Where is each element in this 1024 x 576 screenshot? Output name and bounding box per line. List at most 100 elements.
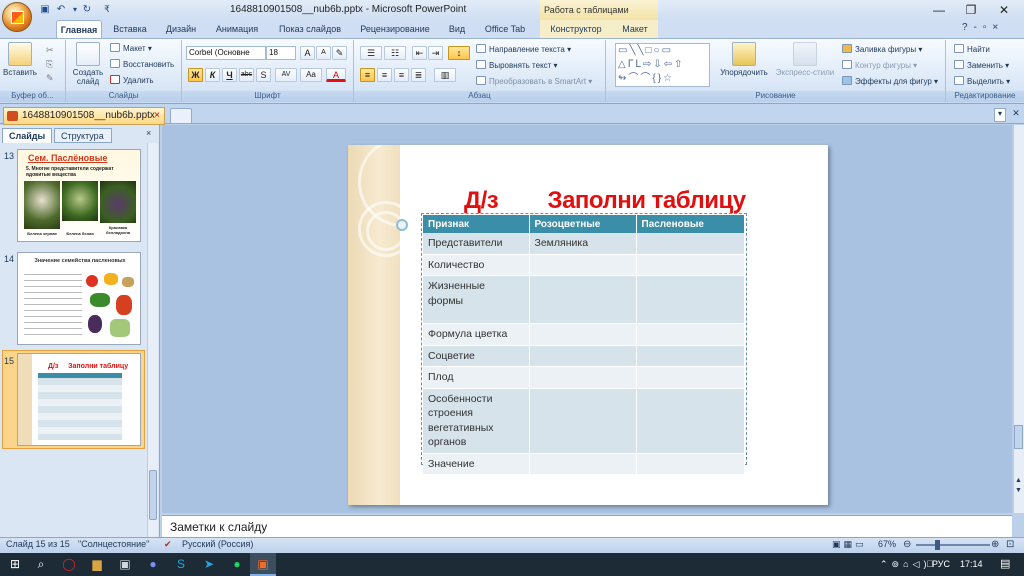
office-button[interactable]: [2, 2, 32, 32]
align-left-icon[interactable]: ≡: [360, 68, 375, 82]
table-cell[interactable]: Количество: [423, 254, 530, 276]
table-header-cell[interactable]: Пасленовые: [636, 215, 745, 233]
table-cell[interactable]: [529, 345, 637, 367]
notes-pane[interactable]: Заметки к слайду: [162, 515, 1012, 537]
fit-slide-icon[interactable]: ⊡: [1006, 539, 1014, 550]
find-button[interactable]: Найти: [954, 43, 990, 56]
tab-table-layout[interactable]: Макет: [612, 20, 658, 38]
table-cell[interactable]: Представители: [423, 233, 530, 255]
table-cell[interactable]: [636, 388, 745, 454]
align-right-icon[interactable]: ≡: [394, 68, 409, 82]
arrange-button[interactable]: Упорядочить: [714, 42, 774, 77]
line-spacing-icon[interactable]: ↕: [448, 46, 470, 60]
windows-start-icon[interactable]: ⊞: [2, 553, 28, 576]
shape-outline-button[interactable]: Контур фигуры ▾: [842, 59, 917, 72]
view-buttons[interactable]: ▣▦▭: [832, 539, 872, 551]
smartart-button[interactable]: Преобразовать в SmartArt ▾: [476, 75, 592, 88]
tab-view[interactable]: Вид: [444, 20, 470, 38]
undo-icon[interactable]: ↶: [54, 3, 68, 16]
close-tab-icon[interactable]: ×: [154, 108, 160, 124]
table-header-cell[interactable]: Признак: [423, 215, 530, 233]
notifications-icon[interactable]: ▤: [1000, 553, 1010, 576]
justify-icon[interactable]: ≣: [411, 68, 426, 82]
columns-icon[interactable]: ▥: [434, 68, 456, 82]
table-cell[interactable]: [529, 366, 637, 389]
table-cell[interactable]: [529, 453, 637, 475]
zoom-slider-thumb[interactable]: [935, 540, 940, 550]
close-button[interactable]: ✕: [990, 2, 1018, 18]
numbering-icon[interactable]: ☷: [384, 46, 406, 60]
shadow-button[interactable]: S: [256, 68, 271, 82]
table-cell[interactable]: Значение: [423, 453, 530, 475]
skype-icon[interactable]: S: [168, 553, 194, 576]
restore-button[interactable]: ❐: [957, 2, 985, 18]
tab-list-icon[interactable]: ▾: [994, 108, 1006, 122]
text-direction-button[interactable]: Направление текста ▾: [476, 43, 571, 56]
close-pane-icon[interactable]: ×: [146, 128, 151, 138]
shape-effects-button[interactable]: Эффекты для фигур ▾: [842, 75, 938, 88]
powerpoint-taskbar-icon[interactable]: ▣: [250, 553, 276, 576]
shape-fill-button[interactable]: Заливка фигуры ▾: [842, 43, 922, 56]
slide[interactable]: Д/з Заполни таблицу Признак Розоцветные …: [348, 145, 828, 505]
help-icon[interactable]: ?-▫×: [962, 22, 1022, 33]
quick-styles-button[interactable]: Экспресс-стили: [772, 42, 838, 77]
table-cell[interactable]: [636, 453, 745, 475]
table-cell[interactable]: [636, 254, 745, 276]
app-icon[interactable]: ▣: [112, 553, 138, 576]
table-cell[interactable]: [529, 388, 637, 454]
discord-icon[interactable]: ●: [140, 553, 166, 576]
table-cell[interactable]: Земляника: [529, 233, 637, 255]
tab-review[interactable]: Рецензирование: [354, 20, 436, 38]
grow-font-button[interactable]: A: [300, 46, 315, 60]
file-explorer-icon[interactable]: ▆: [84, 553, 110, 576]
clear-format-icon[interactable]: ✎: [332, 46, 347, 60]
zoom-slider[interactable]: [916, 544, 990, 546]
new-tab-button[interactable]: [170, 108, 192, 124]
replace-button[interactable]: Заменить ▾: [954, 59, 1009, 72]
minimize-button[interactable]: —: [925, 2, 953, 18]
tab-slideshow[interactable]: Показ слайдов: [274, 20, 346, 38]
prev-next-slide-icons[interactable]: ▲ ▼: [1014, 476, 1023, 506]
underline-button[interactable]: Ч: [222, 68, 237, 82]
reset-button[interactable]: Восстановить: [110, 58, 174, 71]
char-spacing-button[interactable]: AV: [275, 68, 297, 82]
tab-design[interactable]: Дизайн: [160, 20, 202, 38]
keyboard-language[interactable]: РУС: [932, 553, 950, 576]
slide-thumbnail-14[interactable]: Значение семейства пасленовых: [17, 252, 141, 345]
font-name-select[interactable]: Corbel (Основне: [186, 46, 266, 60]
zoom-level[interactable]: 67%: [878, 539, 896, 549]
table-cell[interactable]: Формула цветка: [423, 323, 530, 346]
strike-button[interactable]: abc: [239, 68, 254, 82]
delete-slide-button[interactable]: Удалить: [110, 74, 154, 87]
save-icon[interactable]: ▣: [38, 3, 52, 16]
table-cell[interactable]: Плод: [423, 366, 530, 389]
cut-copy-format-icons[interactable]: ✂ ⎘ ✎: [46, 43, 54, 85]
telegram-icon[interactable]: ➤: [196, 553, 222, 576]
bullets-icon[interactable]: ☰: [360, 46, 382, 60]
table-cell[interactable]: [529, 323, 637, 346]
table-cell[interactable]: [529, 275, 637, 324]
bold-button[interactable]: Ж: [188, 68, 203, 82]
vertical-scrollbar[interactable]: [1013, 125, 1024, 513]
slide-thumbnail-15[interactable]: Д/з Заполни таблицу: [17, 353, 141, 446]
slides-scroll-thumb[interactable]: [149, 470, 157, 520]
table-cell[interactable]: Соцветие: [423, 345, 530, 367]
italic-button[interactable]: К: [205, 68, 220, 82]
tab-slides[interactable]: Слайды: [2, 128, 52, 143]
homework-table[interactable]: Признак Розоцветные Пасленовые Представи…: [423, 215, 745, 475]
tab-table-design[interactable]: Конструктор: [540, 20, 612, 38]
qat-customize[interactable]: ₹: [100, 3, 114, 16]
vertical-scroll-thumb[interactable]: [1014, 425, 1023, 449]
slide-thumbnail-13[interactable]: Сем. Паслёновые 5. Многие представители …: [17, 149, 141, 242]
close-document-icon[interactable]: ✕: [1010, 108, 1022, 122]
spotify-icon[interactable]: ●: [224, 553, 250, 576]
table-cell[interactable]: [636, 275, 745, 324]
new-slide-button[interactable]: Создать слайд: [68, 42, 108, 86]
table-cell[interactable]: Особенности строения вегетативных органо…: [423, 388, 530, 454]
align-center-icon[interactable]: ≡: [377, 68, 392, 82]
language-status[interactable]: Русский (Россия): [182, 539, 253, 549]
table-cell[interactable]: [636, 345, 745, 367]
table-cell[interactable]: [636, 323, 745, 346]
change-case-button[interactable]: Aa: [300, 68, 322, 82]
tab-office-tab[interactable]: Office Tab: [480, 20, 530, 38]
